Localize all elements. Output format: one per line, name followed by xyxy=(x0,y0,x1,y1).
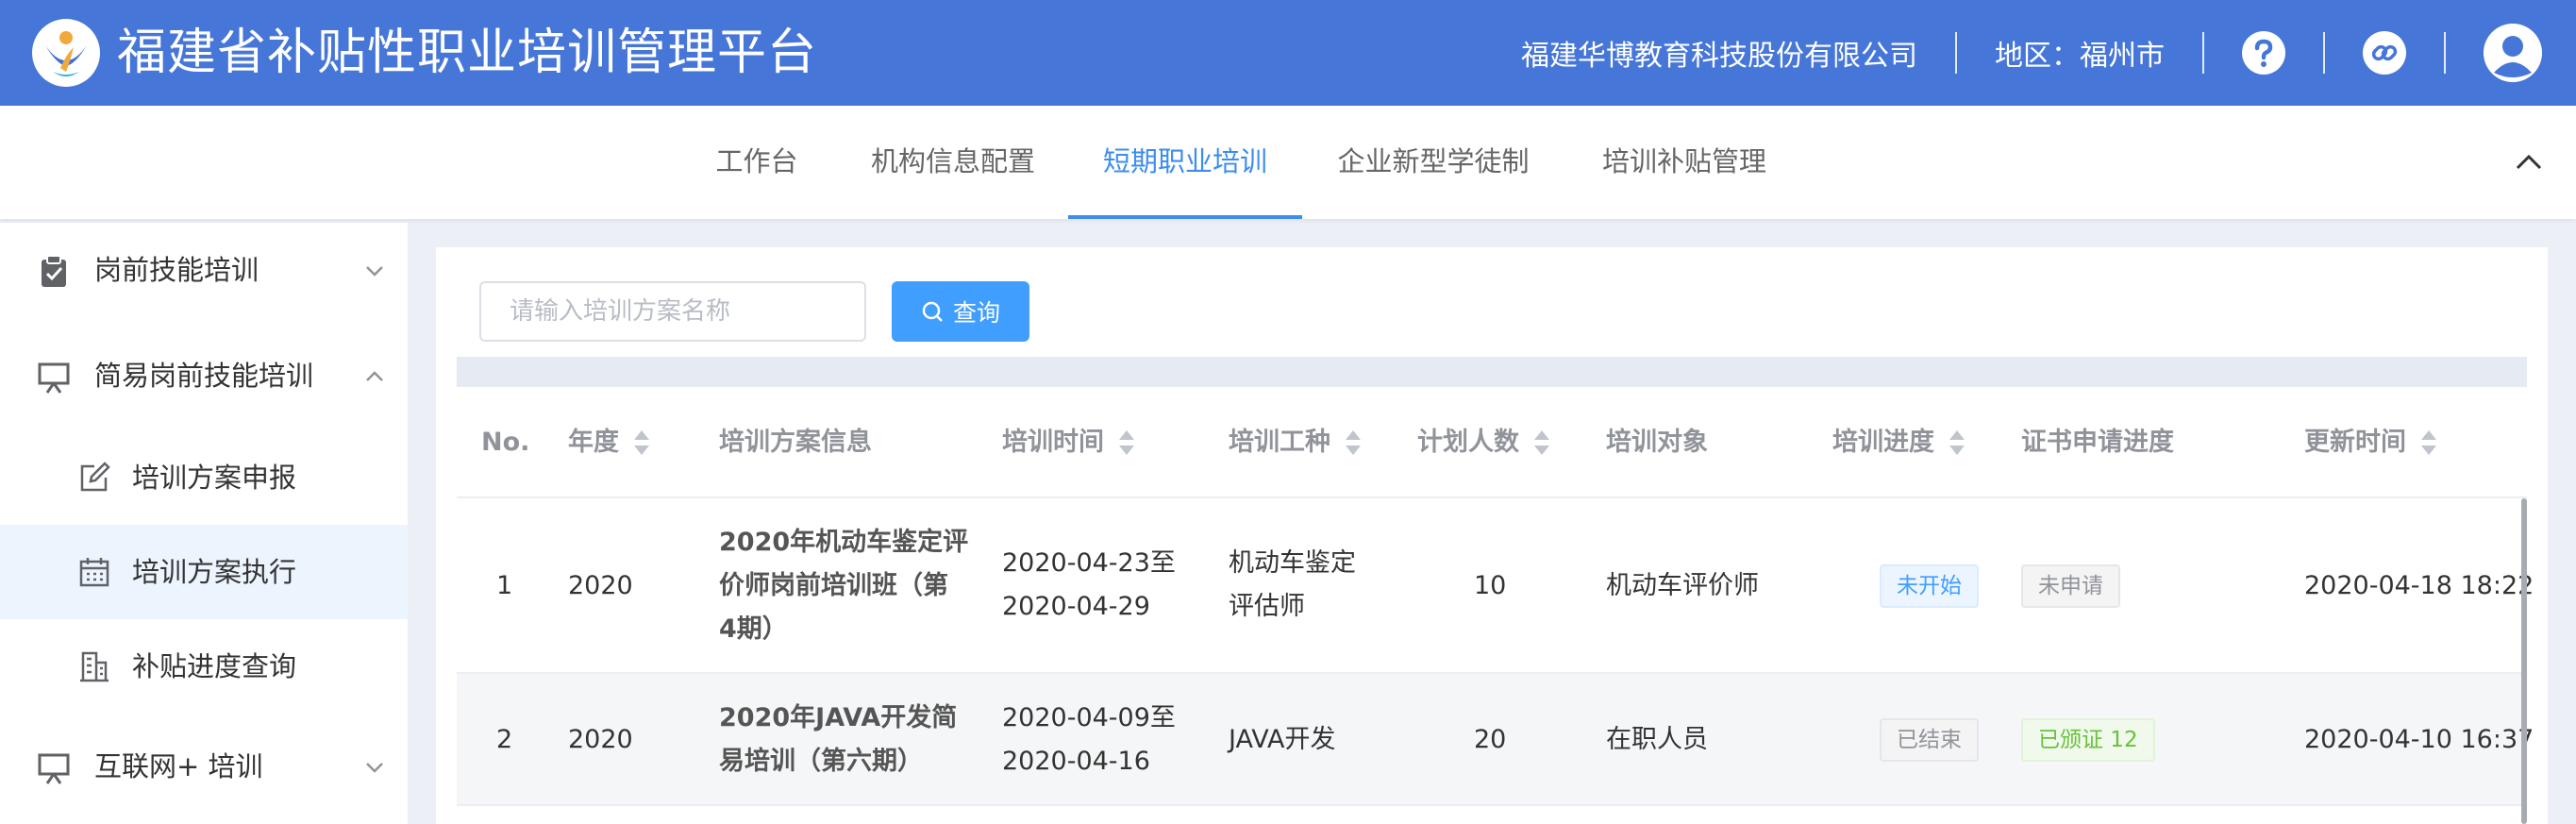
platform-logo[interactable] xyxy=(32,19,100,87)
query-button[interactable]: 查询 xyxy=(892,281,1029,342)
sidebar-item-plan-submission[interactable]: 培训方案申报 xyxy=(0,430,408,525)
clipboard-icon xyxy=(36,253,72,289)
sidebar-item-label: 简易岗前技能培训 xyxy=(94,360,314,392)
top-header: 福建省补贴性职业培训管理平台 福建华博教育科技股份有限公司 地区：福州市 xyxy=(0,0,2576,106)
table-row[interactable]: 1 2020 2020年机动车鉴定评 价师岗前培训班（第 4期） 2020-04… xyxy=(457,498,2534,674)
cell-training-time: 2020-04-09至 2020-04-16 xyxy=(1002,703,1176,776)
column-header-updated[interactable]: 更新时间 xyxy=(2304,387,2438,498)
building-icon xyxy=(77,649,111,683)
cell-planned-count: 20 xyxy=(1474,725,1507,754)
cell-updated: 2020-04-10 16:37 xyxy=(2304,725,2534,754)
column-header-no: No. xyxy=(481,428,530,457)
cell-no: 1 xyxy=(496,571,513,600)
table-header: No. 年度 培训方案信息 培训时间 培训工种 计划人数 培训对象 培训进度 证… xyxy=(457,387,2527,498)
region-label[interactable]: 地区：福州市 xyxy=(1995,32,2165,74)
table-scrollbar[interactable] xyxy=(2521,498,2527,824)
calendar-icon xyxy=(77,555,111,589)
status-badge: 未开始 xyxy=(1880,564,1979,608)
sort-icon[interactable] xyxy=(1532,429,1551,457)
cell-cert-progress: 未申请 xyxy=(2021,564,2120,608)
cell-training-time: 2020-04-23至 2020-04-29 xyxy=(1002,548,1176,621)
app-title: 福建省补贴性职业培训管理平台 xyxy=(117,25,818,81)
cell-cert-progress: 已颁证 12 xyxy=(2021,718,2155,762)
cell-target: 在职人员 xyxy=(1606,725,1708,754)
tab-short-term-training[interactable]: 短期职业培训 xyxy=(1068,106,1302,219)
status-badge: 已结束 xyxy=(1880,718,1979,762)
column-header-target: 培训对象 xyxy=(1606,428,1708,457)
column-header-progress[interactable]: 培训进度 xyxy=(1832,387,1966,498)
search-icon xyxy=(921,300,944,323)
cell-year: 2020 xyxy=(568,571,633,600)
sidebar-item-simple-pre-job-skill[interactable]: 简易岗前技能培训 xyxy=(0,328,408,423)
sidebar-item-internet-plus[interactable]: 互联网+ 培训 xyxy=(0,719,408,814)
edit-icon xyxy=(77,461,111,495)
help-icon[interactable] xyxy=(2242,31,2285,75)
cell-job-type: 机动车鉴定 评估师 xyxy=(1229,548,1356,621)
cell-job-type: JAVA开发 xyxy=(1229,725,1336,754)
cell-year: 2020 xyxy=(568,725,633,754)
cell-plan-info[interactable]: 2020年机动车鉴定评 价师岗前培训班（第 4期） xyxy=(719,521,968,651)
link-icon[interactable] xyxy=(2363,31,2406,75)
sort-icon[interactable] xyxy=(1117,429,1136,457)
status-badge: 未申请 xyxy=(2021,564,2120,608)
header-divider xyxy=(2202,32,2204,74)
cell-progress: 已结束 xyxy=(1880,718,1979,762)
sidebar-item-label: 培训方案申报 xyxy=(132,462,297,494)
sidebar-item-pre-job-skill[interactable]: 岗前技能培训 xyxy=(0,223,408,317)
company-name[interactable]: 福建华博教育科技股份有限公司 xyxy=(1521,32,1917,74)
user-avatar[interactable] xyxy=(2484,24,2542,82)
table-toolbar-strip xyxy=(457,357,2527,387)
sidebar-item-label: 互联网+ 培训 xyxy=(94,750,263,782)
sidebar-item-subsidy-progress[interactable]: 补贴进度查询 xyxy=(0,619,408,714)
chevron-down-icon[interactable] xyxy=(362,259,387,283)
sort-icon[interactable] xyxy=(1344,429,1363,457)
sidebar-item-label: 岗前技能培训 xyxy=(94,254,259,286)
column-header-planned-count[interactable]: 计划人数 xyxy=(1417,387,1551,498)
content-panel: 查询 No. 年度 培训方案信息 培训时间 培训工种 计划人数 培训对象 培训进… xyxy=(436,247,2548,824)
cell-planned-count: 10 xyxy=(1474,571,1507,600)
cell-progress: 未开始 xyxy=(1880,564,1979,608)
sidebar-item-plan-execution[interactable]: 培训方案执行 xyxy=(0,525,408,619)
cell-updated: 2020-04-18 18:22 xyxy=(2304,571,2534,600)
chevron-down-icon[interactable] xyxy=(362,755,387,780)
column-header-job-type[interactable]: 培训工种 xyxy=(1229,387,1363,498)
column-header-year[interactable]: 年度 xyxy=(568,387,651,498)
tab-apprenticeship[interactable]: 企业新型学徒制 xyxy=(1330,106,1536,219)
chevron-up-icon[interactable] xyxy=(362,364,387,389)
column-header-plan-info: 培训方案信息 xyxy=(719,428,872,457)
column-header-training-time[interactable]: 培训时间 xyxy=(1002,387,1136,498)
cell-plan-info[interactable]: 2020年JAVA开发简 易培训（第六期） xyxy=(719,697,957,783)
tab-institution-config[interactable]: 机构信息配置 xyxy=(864,106,1042,219)
cell-target: 机动车评价师 xyxy=(1606,571,1759,600)
cell-no: 2 xyxy=(496,725,513,754)
tab-subsidy-management[interactable]: 培训补贴管理 xyxy=(1595,106,1774,219)
main-nav: 工作台 机构信息配置 短期职业培训 企业新型学徒制 培训补贴管理 xyxy=(0,106,2576,219)
sort-icon[interactable] xyxy=(2419,429,2438,457)
search-input[interactable] xyxy=(479,281,866,342)
presentation-board-icon xyxy=(36,359,72,395)
sort-icon[interactable] xyxy=(1948,429,1966,457)
status-badge: 已颁证 12 xyxy=(2021,718,2155,762)
header-divider xyxy=(2323,32,2325,74)
sidebar-item-label: 培训方案执行 xyxy=(132,556,297,588)
header-right: 福建华博教育科技股份有限公司 地区：福州市 xyxy=(1521,0,2542,106)
tab-workbench[interactable]: 工作台 xyxy=(706,106,808,219)
header-divider xyxy=(2444,32,2446,74)
header-divider xyxy=(1955,32,1957,74)
sidebar-item-label: 补贴进度查询 xyxy=(132,650,297,682)
presentation-board-icon xyxy=(36,749,72,785)
query-button-label: 查询 xyxy=(952,300,1000,327)
sort-icon[interactable] xyxy=(632,429,651,457)
column-header-cert-progress: 证书申请进度 xyxy=(2021,428,2174,457)
table-row[interactable]: 2 2020 2020年JAVA开发简 易培训（第六期） 2020-04-09至… xyxy=(457,674,2534,806)
chevron-up-icon[interactable] xyxy=(2514,147,2544,177)
sidebar: 岗前技能培训 简易岗前技能培训 培训方案申报 培训方案执行 补贴进度查询 互联网… xyxy=(0,223,408,824)
